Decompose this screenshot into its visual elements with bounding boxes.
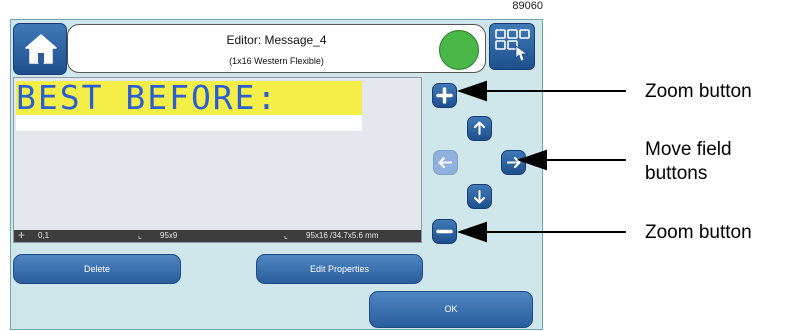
move-field-callout-line2: buttons (645, 163, 708, 184)
zoom-out-callout-arrowhead (456, 221, 487, 243)
zoom-in-callout: Zoom button (645, 81, 752, 102)
zoom-in-callout-arrowhead (456, 80, 487, 102)
move-field-callout-arrowhead (516, 149, 547, 171)
move-field-callout-line1: Move field (645, 139, 732, 160)
zoom-out-callout: Zoom button (645, 222, 752, 243)
